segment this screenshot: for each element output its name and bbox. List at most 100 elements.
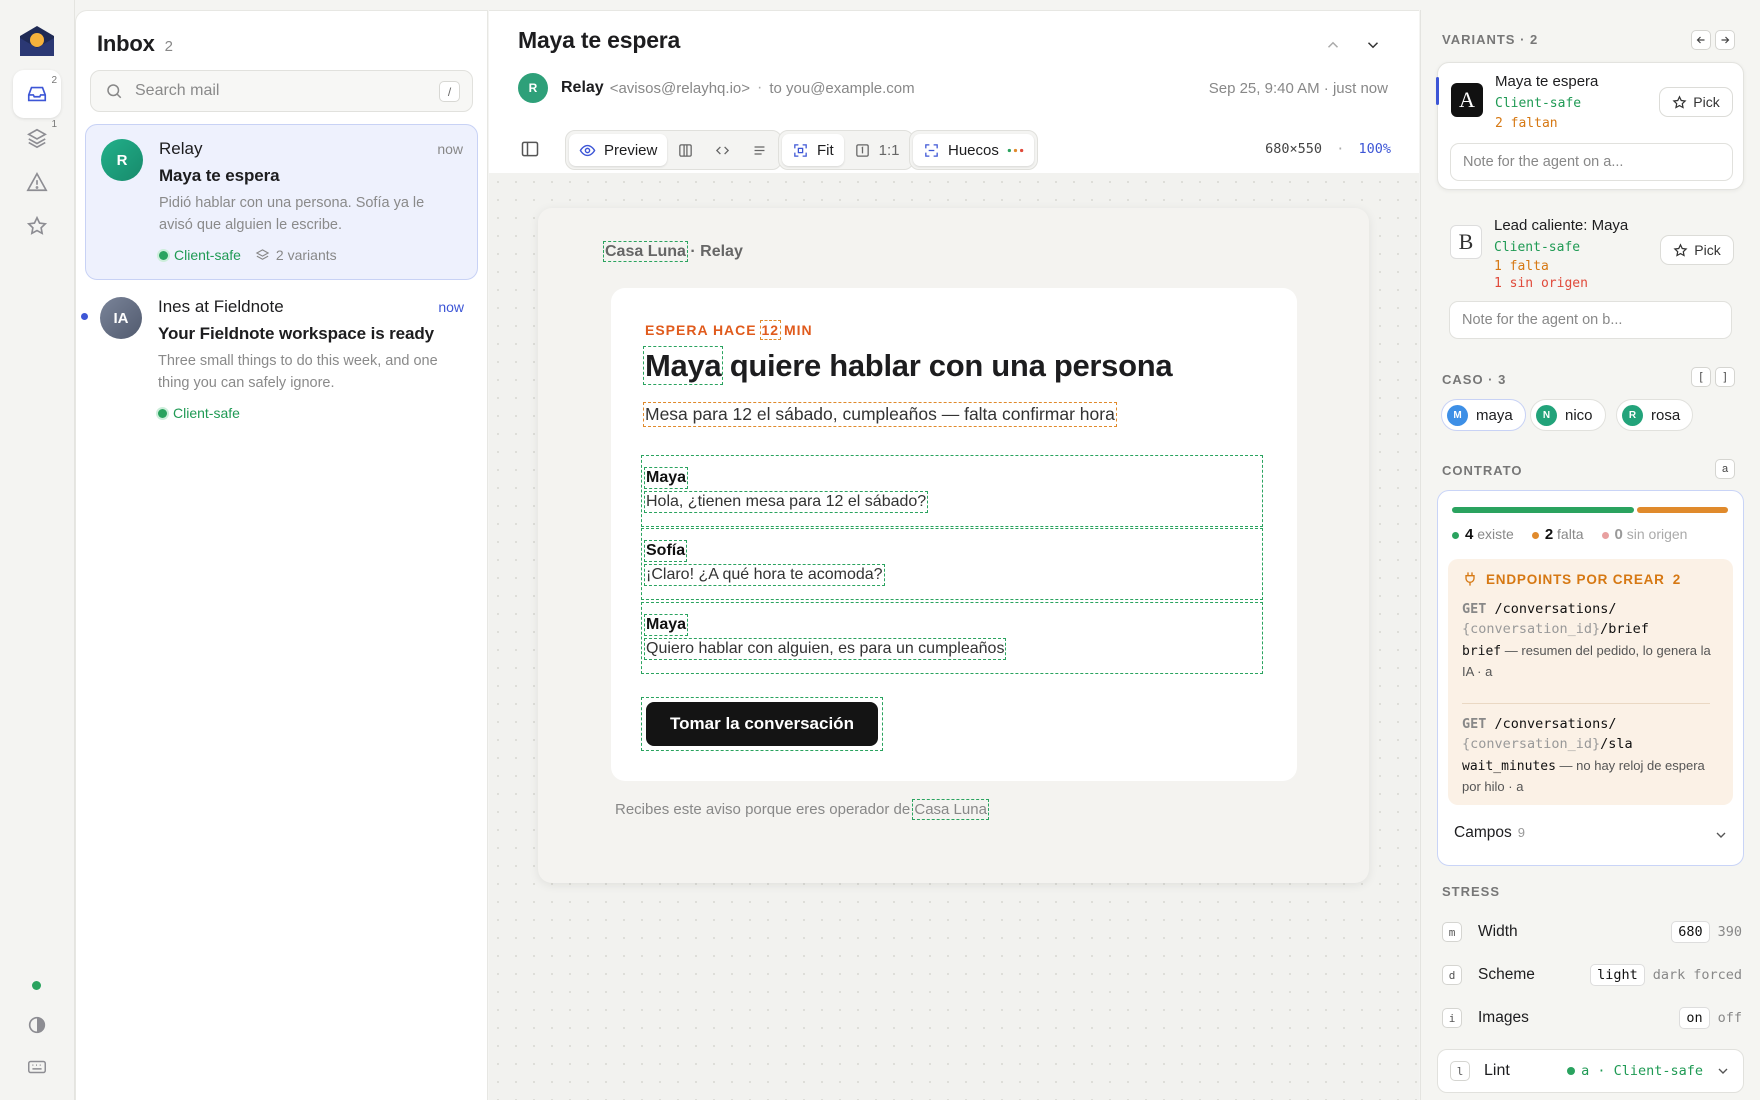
variant-card-b[interactable]: B Lead caliente: Maya Client-safe 1 falt… xyxy=(1437,205,1744,345)
warning-icon xyxy=(26,172,48,192)
lint-bar[interactable]: l Lint a · Client-safe xyxy=(1437,1049,1744,1093)
brief-summary-hole[interactable]: Mesa para 12 el sábado, cumpleaños — fal… xyxy=(643,402,1117,427)
width-option-680[interactable]: 680 xyxy=(1671,921,1710,943)
caso-next-key[interactable]: ] xyxy=(1715,367,1735,387)
chip-avatar: N xyxy=(1536,404,1557,426)
keyboard-shortcuts-button[interactable] xyxy=(13,1043,61,1091)
zoom-level[interactable]: 100% xyxy=(1358,141,1391,157)
images-option-on[interactable]: on xyxy=(1679,1007,1710,1029)
message-text[interactable]: ¡Claro! ¿A qué hora te acomoda? xyxy=(644,564,885,586)
endpoint-field: brief xyxy=(1462,644,1502,659)
lint-ok-dot-icon xyxy=(1567,1067,1576,1075)
cta-hole: Tomar la conversación xyxy=(641,697,883,751)
toggle-sidebar-button[interactable] xyxy=(512,131,548,167)
code-mode-button[interactable] xyxy=(704,134,741,166)
next-message-button[interactable] xyxy=(1363,35,1383,55)
stress-scheme-row: d Scheme light dark forced xyxy=(1442,963,1742,987)
chevron-down-icon[interactable] xyxy=(1713,827,1729,843)
fit-button[interactable]: Fit xyxy=(782,134,844,166)
message-text[interactable]: Hola, ¿tienen mesa para 12 el sábado? xyxy=(643,491,929,513)
pick-variant-button[interactable]: Pick xyxy=(1660,235,1734,265)
scheme-shortcut-key: d xyxy=(1442,965,1462,985)
width-option-390[interactable]: 390 xyxy=(1718,924,1742,940)
scheme-option-dark[interactable]: dark xyxy=(1653,967,1686,983)
sender-avatar: R xyxy=(518,73,548,103)
wait-minutes-hole[interactable]: 12 xyxy=(759,320,782,340)
sin-origen-label: sin origen xyxy=(1626,526,1688,542)
columns-icon xyxy=(679,143,693,157)
preview-toolbar: Preview Fit 1:1 Huecos 680×550 · 100% xyxy=(489,119,1419,179)
email-card: ESPERA HACE 12 MIN Maya quiere hablar co… xyxy=(611,288,1297,781)
mail-item-fieldnote[interactable]: IA Ines at Fieldnote now Your Fieldnote … xyxy=(81,283,478,423)
falta-count: 2 xyxy=(1544,526,1554,543)
endpoints-count: 2 xyxy=(1672,571,1682,587)
brand-suffix: · Relay xyxy=(690,243,743,260)
message-author[interactable]: Sofía xyxy=(643,540,688,562)
search-input[interactable] xyxy=(135,71,415,111)
previous-message-button[interactable] xyxy=(1323,35,1343,55)
variant-prev-button[interactable] xyxy=(1691,30,1711,50)
message-author[interactable]: Maya xyxy=(643,467,689,489)
images-options: on off xyxy=(1679,1007,1742,1029)
conversation-message: Maya Hola, ¿tienen mesa para 12 el sábad… xyxy=(641,455,1263,527)
width-shortcut-key: m xyxy=(1442,922,1462,942)
contrato-key[interactable]: a xyxy=(1715,459,1735,479)
rail-inbox-button[interactable]: 2 xyxy=(13,70,61,118)
stress-row-label: Width xyxy=(1478,923,1518,940)
images-option-off[interactable]: off xyxy=(1718,1010,1742,1026)
pick-variant-button[interactable]: Pick xyxy=(1659,87,1733,117)
rail-layers-button[interactable]: 1 xyxy=(13,114,61,162)
message-view: Maya te espera R Relay <avisos@relayhq.i… xyxy=(489,10,1419,1100)
preview-mode-button[interactable]: Preview xyxy=(569,134,668,166)
search-box: / xyxy=(90,70,473,112)
chip-label: rosa xyxy=(1651,406,1681,424)
contract-card: 4 existe 2 falta 0 sin origen ENDPOINTS … xyxy=(1437,490,1744,866)
campos-expander[interactable]: Campos 9 xyxy=(1454,824,1525,842)
chevron-up-icon xyxy=(1327,41,1339,48)
mail-from: Relay xyxy=(159,139,203,158)
sin-origen-count: 0 xyxy=(1614,526,1623,543)
rail-starred-button[interactable] xyxy=(13,202,61,250)
actual-size-button[interactable]: 1:1 xyxy=(844,134,910,166)
eye-icon xyxy=(579,144,596,156)
huecos-toggle-button[interactable]: Huecos xyxy=(913,134,1034,166)
variant-note-input[interactable] xyxy=(1450,143,1733,181)
message-text[interactable]: Quiero hablar con alguien, es para un cu… xyxy=(643,638,1007,660)
message-author[interactable]: Maya xyxy=(643,614,689,636)
safe-dot-icon xyxy=(159,250,168,260)
scheme-option-light[interactable]: light xyxy=(1590,964,1645,986)
footer-brand-hole[interactable]: Casa Luna xyxy=(912,799,989,820)
split-mode-button[interactable] xyxy=(667,134,704,166)
scheme-options: light dark forced xyxy=(1590,964,1742,986)
theme-toggle-button[interactable] xyxy=(13,1001,61,1049)
case-chip-rosa[interactable]: R rosa xyxy=(1616,399,1694,431)
lint-shortcut-key: l xyxy=(1450,1061,1470,1081)
variant-letter: A xyxy=(1451,83,1483,117)
variant-safe-status: Client-safe xyxy=(1495,96,1582,111)
width-options: 680 390 xyxy=(1671,921,1742,943)
variant-next-button[interactable] xyxy=(1715,30,1735,50)
caso-prev-key[interactable]: [ xyxy=(1691,367,1711,387)
case-chip-nico[interactable]: N nico xyxy=(1530,399,1606,431)
lint-status: a · Client-safe xyxy=(1567,1063,1703,1079)
take-conversation-button[interactable]: Tomar la conversación xyxy=(646,702,878,746)
case-chip-maya[interactable]: M maya xyxy=(1441,399,1526,431)
variant-card-a[interactable]: A Maya te espera Client-safe 2 faltan Pi… xyxy=(1436,62,1744,190)
progress-segment-existe xyxy=(1452,507,1634,513)
preview-canvas: Casa Luna · Relay ESPERA HACE 12 MIN May… xyxy=(489,173,1419,1100)
brand-hole[interactable]: Casa Luna xyxy=(603,241,688,262)
text-mode-button[interactable] xyxy=(741,134,778,166)
scheme-option-forced[interactable]: forced xyxy=(1693,967,1742,983)
mail-subject: Your Fieldnote workspace is ready xyxy=(158,324,435,343)
contrato-section-label: CONTRATO xyxy=(1442,463,1523,478)
rail-alerts-button[interactable] xyxy=(13,158,61,206)
customer-name-hole[interactable]: Maya xyxy=(642,346,724,385)
rail-layers-badge: 1 xyxy=(51,119,57,130)
fit-frame-icon xyxy=(794,143,807,157)
inbox-panel: Inbox 2 / R Relay now Maya te espera Pid… xyxy=(75,10,488,1100)
zoom-mode-group: Fit 1:1 xyxy=(778,130,914,170)
variant-note-input[interactable] xyxy=(1449,301,1732,339)
endpoint-item: GET /conversations/ {conversation_id}/sla… xyxy=(1462,714,1724,797)
mail-item-relay[interactable]: R Relay now Maya te espera Pidió hablar … xyxy=(85,124,478,280)
star-icon xyxy=(1673,242,1688,257)
